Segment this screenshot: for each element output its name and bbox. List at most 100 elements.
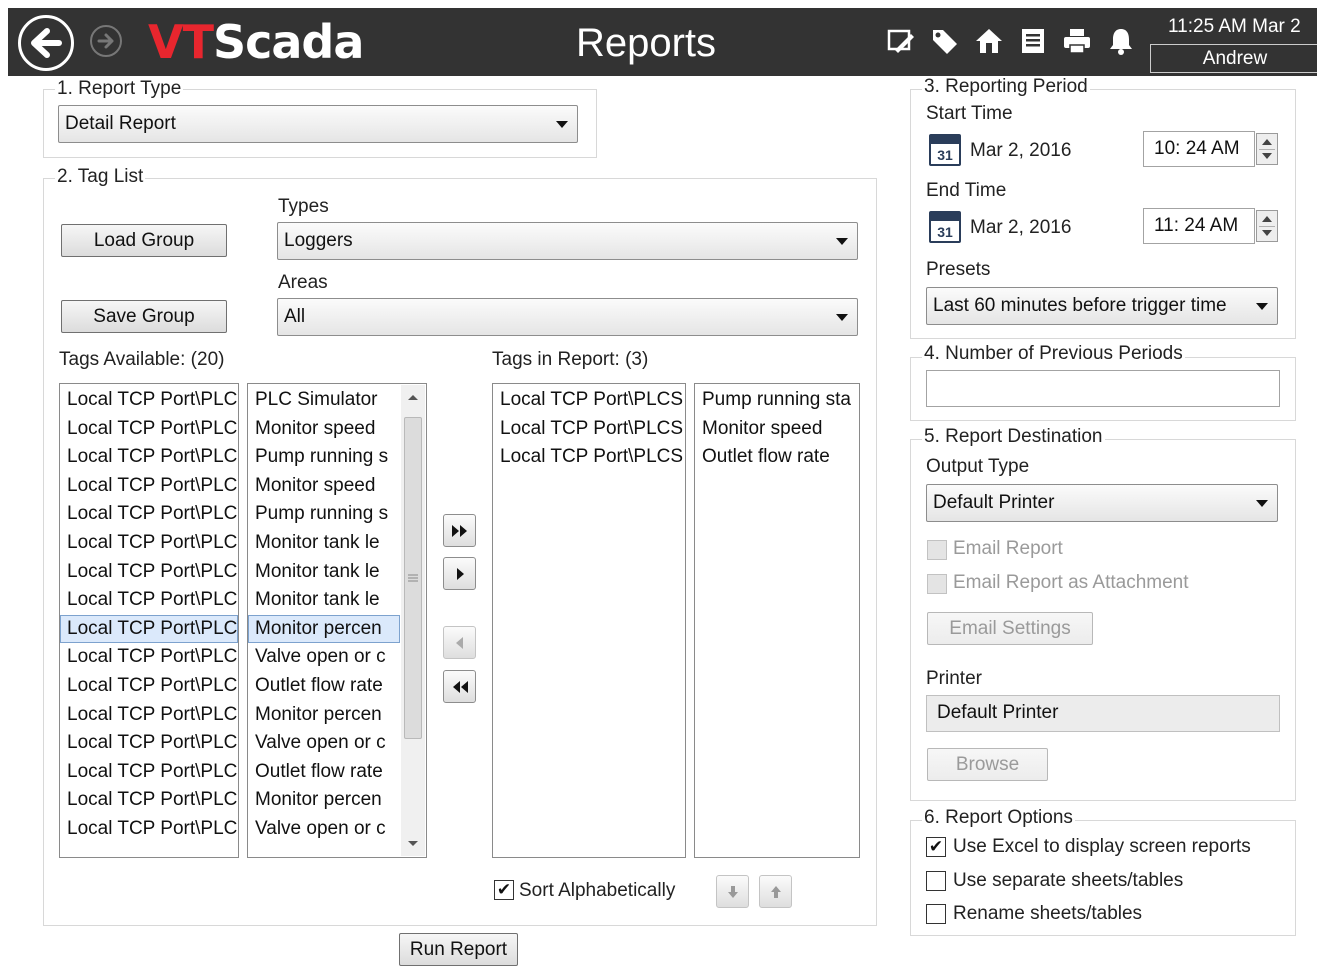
list-item[interactable]: Monitor speed xyxy=(248,415,400,444)
site-icon[interactable] xyxy=(974,26,1004,56)
areas-value: All xyxy=(284,306,306,327)
end-date-value[interactable]: Mar 2, 2016 xyxy=(970,217,1071,239)
list-item[interactable]: Local TCP Port\PLC xyxy=(60,614,238,644)
rename-sheets-checkbox[interactable] xyxy=(926,904,946,924)
email-report-checkbox[interactable] xyxy=(927,540,947,560)
list-item[interactable]: Pump running s xyxy=(248,500,400,529)
email-attachment-checkbox[interactable] xyxy=(927,574,947,594)
calendar-icon[interactable]: 31 xyxy=(929,211,961,243)
end-time-field[interactable]: 11: 24 AM xyxy=(1143,208,1255,244)
list-item[interactable]: Valve open or c xyxy=(248,729,400,758)
use-excel-checkbox[interactable]: ✔ xyxy=(926,837,946,857)
grip-icon xyxy=(408,574,418,582)
email-settings-button[interactable]: Email Settings xyxy=(927,612,1093,645)
list-item[interactable]: Local TCP Port\PLC xyxy=(60,586,238,615)
list-item[interactable]: Local TCP Port\PLCS xyxy=(493,443,685,472)
list-item[interactable]: Local TCP Port\PLC xyxy=(60,786,238,815)
list-item[interactable]: Monitor percen xyxy=(248,786,400,815)
report-tags-list[interactable]: Local TCP Port\PLCS Local TCP Port\PLCS Lo… xyxy=(492,383,686,858)
presets-select[interactable]: Last 60 minutes before trigger time xyxy=(926,287,1278,325)
list-item[interactable]: Local TCP Port\PLC xyxy=(60,529,238,558)
list-item[interactable]: Monitor speed xyxy=(248,472,400,501)
chevron-down-icon xyxy=(836,238,848,245)
list-item[interactable]: Local TCP Port\PLC xyxy=(60,443,238,472)
list-item[interactable]: Local TCP Port\PLCS xyxy=(493,386,685,415)
arrow-down-icon xyxy=(727,886,738,898)
move-up-button[interactable] xyxy=(759,875,792,908)
list-item[interactable]: Local TCP Port\PLCS xyxy=(493,415,685,444)
back-button[interactable] xyxy=(18,15,74,71)
run-report-button[interactable]: Run Report xyxy=(399,933,518,966)
move-down-button[interactable] xyxy=(716,875,749,908)
start-time-spinner[interactable] xyxy=(1256,133,1278,165)
previous-periods-input[interactable] xyxy=(926,370,1280,407)
list-item[interactable]: Monitor speed xyxy=(695,415,859,444)
tag-list-title: 2. Tag List xyxy=(55,166,146,188)
list-item[interactable]: Pump running s xyxy=(248,443,400,472)
reporting-period-title: 3. Reporting Period xyxy=(922,76,1090,98)
areas-select[interactable]: All xyxy=(277,298,858,336)
scrollbar[interactable] xyxy=(401,385,425,856)
edit-screen-icon[interactable] xyxy=(886,26,916,56)
start-date-value[interactable]: Mar 2, 2016 xyxy=(970,140,1071,162)
list-item[interactable]: Monitor tank le xyxy=(248,558,400,587)
list-item[interactable]: Local TCP Port\PLC xyxy=(60,701,238,730)
report-descriptions-list[interactable]: Pump running sta Monitor speed Outlet flow… xyxy=(694,383,860,858)
clock-display: 11:25 AM Mar 2 xyxy=(1168,16,1301,37)
list-item[interactable]: Valve open or c xyxy=(248,815,400,844)
list-item[interactable]: Monitor tank le xyxy=(248,529,400,558)
sort-alphabetically-label: Sort Alphabetically xyxy=(519,880,676,901)
scroll-up-icon[interactable] xyxy=(407,393,419,401)
save-group-button[interactable]: Save Group xyxy=(61,300,227,333)
list-item[interactable]: Valve open or c xyxy=(248,643,400,672)
list-item[interactable]: Local TCP Port\PLC xyxy=(60,415,238,444)
add-selected-button[interactable] xyxy=(443,557,476,590)
list-item[interactable]: Outlet flow rate xyxy=(695,443,859,472)
load-group-button[interactable]: Load Group xyxy=(61,224,227,257)
list-item[interactable]: Outlet flow rate xyxy=(248,758,400,787)
list-item[interactable]: Local TCP Port\PLC xyxy=(60,386,238,415)
end-time-spinner[interactable] xyxy=(1256,210,1278,242)
available-tags-list[interactable]: Local TCP Port\PLC Local TCP Port\PLC Loca… xyxy=(59,383,239,858)
tag-icon[interactable] xyxy=(930,26,960,56)
types-select[interactable]: Loggers xyxy=(277,222,858,260)
remove-selected-button[interactable] xyxy=(443,626,476,659)
printer-field: Default Printer xyxy=(926,695,1280,732)
calendar-icon[interactable]: 31 xyxy=(929,134,961,166)
browse-button[interactable]: Browse xyxy=(927,748,1048,781)
report-type-select[interactable]: Detail Report xyxy=(58,105,578,143)
forward-button[interactable] xyxy=(90,25,122,57)
list-item[interactable]: Local TCP Port\PLC xyxy=(60,815,238,844)
available-descriptions-list[interactable]: PLC Simulator Monitor speed Pump running s… xyxy=(247,383,427,858)
user-name[interactable]: Andrew xyxy=(1150,44,1317,73)
add-all-button[interactable] xyxy=(443,514,476,547)
list-item[interactable]: Outlet flow rate xyxy=(248,672,400,701)
list-item[interactable]: Monitor tank le xyxy=(248,586,400,615)
output-type-value: Default Printer xyxy=(933,492,1055,513)
list-item[interactable]: Local TCP Port\PLC xyxy=(60,500,238,529)
alarm-bell-icon[interactable] xyxy=(1106,26,1136,56)
separate-sheets-checkbox[interactable] xyxy=(926,871,946,891)
print-icon[interactable] xyxy=(1062,26,1092,56)
sort-alphabetically-checkbox[interactable]: ✔ xyxy=(494,880,514,900)
list-item[interactable]: Local TCP Port\PLC xyxy=(60,558,238,587)
page-title: Reports xyxy=(575,21,717,65)
list-item[interactable]: Local TCP Port\PLC xyxy=(60,758,238,787)
types-label: Types xyxy=(278,196,329,217)
report-options-title: 6. Report Options xyxy=(922,807,1075,829)
rename-sheets-label: Rename sheets/tables xyxy=(953,903,1143,924)
list-item[interactable]: Local TCP Port\PLC xyxy=(60,672,238,701)
list-item[interactable]: Local TCP Port\PLC xyxy=(60,643,238,672)
remove-all-button[interactable] xyxy=(443,670,476,703)
list-item[interactable]: Local TCP Port\PLC xyxy=(60,472,238,501)
list-item[interactable]: Monitor percen xyxy=(248,614,400,644)
report-icon[interactable] xyxy=(1018,26,1048,56)
scroll-down-icon[interactable] xyxy=(407,840,419,848)
list-item[interactable]: Local TCP Port\PLC xyxy=(60,729,238,758)
scrollbar-thumb[interactable] xyxy=(404,417,422,739)
output-type-select[interactable]: Default Printer xyxy=(926,484,1278,522)
list-item[interactable]: PLC Simulator xyxy=(248,386,400,415)
list-item[interactable]: Pump running sta xyxy=(695,386,859,415)
list-item[interactable]: Monitor percen xyxy=(248,701,400,730)
start-time-field[interactable]: 10: 24 AM xyxy=(1143,131,1255,167)
